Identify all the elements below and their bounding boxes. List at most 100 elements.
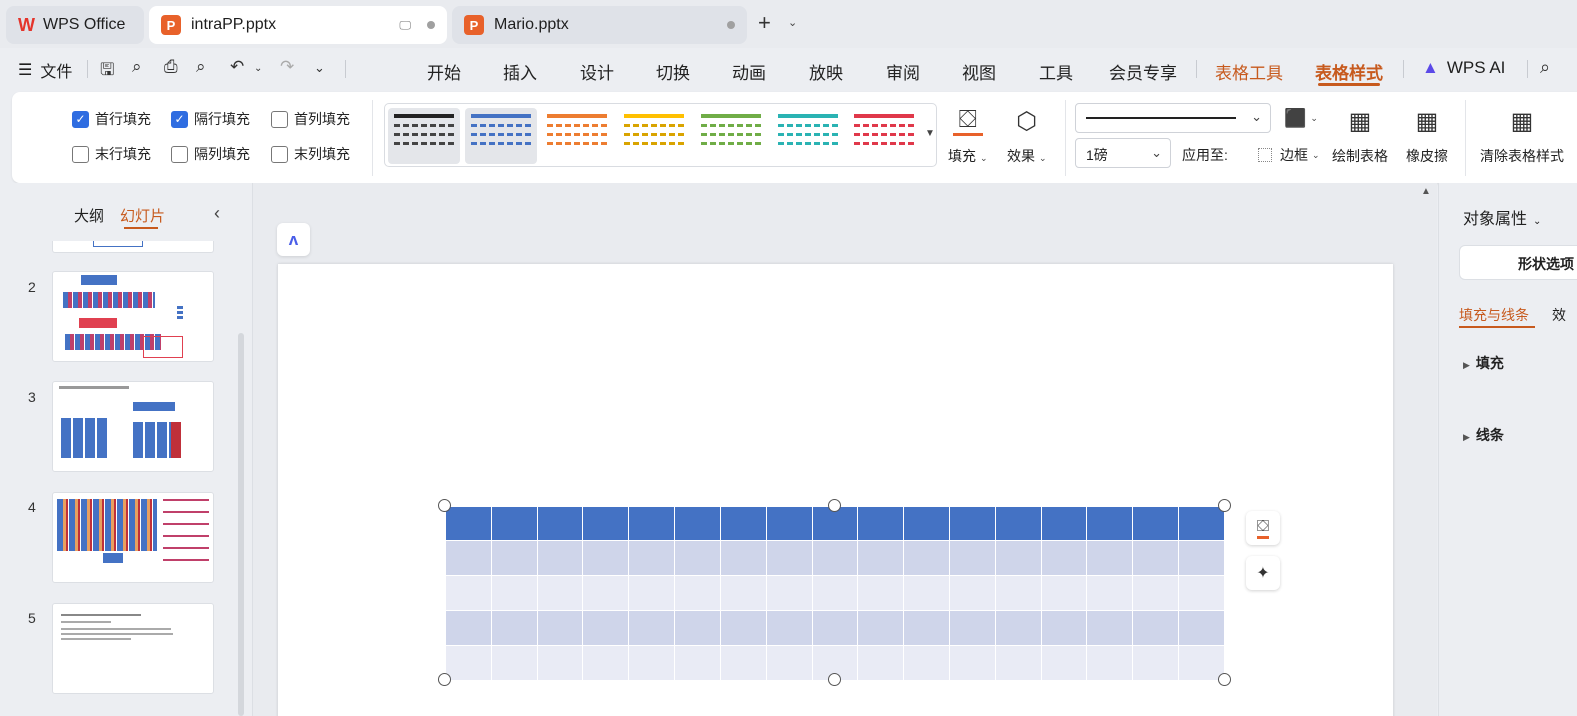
table-cell[interactable]	[1040, 645, 1088, 681]
slide-table[interactable]	[445, 506, 1225, 681]
table-cell[interactable]	[948, 506, 996, 541]
table-cell[interactable]	[994, 610, 1042, 646]
menu-insert[interactable]: 插入	[503, 59, 537, 84]
table-cell[interactable]	[1132, 575, 1179, 611]
checkbox-banded-rows[interactable]: ✓ 隔行填充	[171, 109, 250, 129]
table-cell[interactable]	[536, 506, 584, 541]
tab-effects[interactable]: 效	[1552, 305, 1566, 325]
table-cell[interactable]	[1178, 610, 1225, 646]
table-cell[interactable]	[994, 540, 1042, 576]
table-cell[interactable]	[903, 575, 950, 611]
table-cell[interactable]	[948, 540, 996, 576]
table-cell[interactable]	[628, 575, 676, 611]
table-cell[interactable]	[1040, 575, 1088, 611]
resize-handle[interactable]	[828, 673, 841, 686]
table-cell[interactable]	[811, 610, 859, 646]
gallery-more-chevron-icon[interactable]: ▼	[925, 128, 935, 139]
table-cell[interactable]	[582, 645, 630, 681]
table-cell[interactable]	[674, 575, 721, 611]
table-cell[interactable]	[674, 645, 721, 681]
tab-intrapp[interactable]: P intraPP.pptx 🖵	[149, 6, 447, 44]
monitor-icon[interactable]: 🖵	[399, 18, 411, 33]
checkbox-total-row[interactable]: 末行填充	[72, 144, 151, 164]
table-cell[interactable]	[536, 575, 584, 611]
object-properties-title[interactable]: 对象属性 ⌄	[1463, 205, 1541, 229]
tab-outline[interactable]: 大纲	[74, 205, 104, 226]
table-style-swatch-teal[interactable]	[772, 108, 844, 164]
table-cell[interactable]	[1040, 540, 1088, 576]
table-cell[interactable]	[445, 645, 492, 681]
redo-icon[interactable]: ↷	[280, 57, 294, 77]
table-cell[interactable]	[445, 506, 492, 541]
menu-slideshow[interactable]: 放映	[809, 59, 843, 84]
file-menu[interactable]: ☰ 文件	[18, 58, 72, 82]
table-cell[interactable]	[1086, 645, 1134, 681]
eraser-button[interactable]: ▦ 橡皮擦	[1406, 106, 1448, 166]
table-cell[interactable]	[490, 610, 538, 646]
fill-section-toggle[interactable]: ▶ 填充	[1463, 353, 1504, 373]
table-style-swatch-black[interactable]	[388, 108, 460, 164]
slide-thumbnail[interactable]	[52, 492, 214, 583]
effect-button[interactable]: ⬡ 效果 ⌄	[1007, 106, 1047, 166]
table-cell[interactable]	[811, 575, 859, 611]
pen-color-button[interactable]: ⬛ ⌄	[1284, 108, 1318, 129]
slide-thumbnail[interactable]	[52, 381, 214, 472]
more-chevron-icon[interactable]: ⌄	[314, 60, 325, 76]
clear-table-style-button[interactable]: ▦ 清除表格样式	[1480, 106, 1564, 166]
menu-tools[interactable]: 工具	[1039, 59, 1073, 84]
table-cell[interactable]	[536, 610, 584, 646]
new-tab-plus-icon[interactable]: +	[758, 10, 771, 36]
table-style-swatch-gold[interactable]	[618, 108, 690, 164]
checkbox-last-column[interactable]: 末列填充	[271, 144, 350, 164]
table-cell[interactable]	[857, 645, 905, 681]
table-cell[interactable]	[1178, 575, 1225, 611]
save-icon[interactable]: 🖫	[100, 57, 114, 86]
search-icon[interactable]: ⌕	[1540, 57, 1550, 78]
table-cell[interactable]	[490, 506, 538, 541]
table-cell[interactable]	[948, 575, 996, 611]
table-cell[interactable]	[674, 506, 721, 541]
table-cell[interactable]	[628, 540, 676, 576]
table-cell[interactable]	[903, 540, 950, 576]
table-cell[interactable]	[628, 610, 676, 646]
checkbox-checked-icon[interactable]: ✓	[171, 110, 188, 128]
table-cell[interactable]	[1132, 645, 1179, 681]
table-cell[interactable]	[994, 506, 1042, 541]
undo-icon[interactable]: ↶	[230, 57, 244, 77]
table-cell[interactable]	[765, 506, 813, 541]
table-cell[interactable]	[719, 540, 767, 576]
menu-transition[interactable]: 切换	[656, 59, 690, 84]
tab-slides[interactable]: 幻灯片	[120, 205, 165, 226]
menu-member[interactable]: 会员专享	[1109, 59, 1177, 84]
table-cell[interactable]	[1178, 645, 1225, 681]
menu-table-tools[interactable]: 表格工具	[1215, 59, 1283, 84]
resize-handle[interactable]	[828, 499, 841, 512]
table-cell[interactable]	[582, 610, 630, 646]
table-cell[interactable]	[1132, 610, 1179, 646]
checkbox-checked-icon[interactable]: ✓	[72, 110, 89, 128]
table-cell[interactable]	[903, 506, 950, 541]
table-cell[interactable]	[903, 610, 950, 646]
table-cell[interactable]	[765, 645, 813, 681]
table-cell[interactable]	[628, 645, 676, 681]
table-style-magic-button[interactable]: ✦	[1246, 556, 1280, 590]
shape-options-button[interactable]: 形状选项	[1459, 245, 1577, 280]
tab-mario[interactable]: P Mario.pptx	[452, 6, 747, 44]
table-cell[interactable]	[1040, 506, 1088, 541]
checkbox-header-row[interactable]: ✓ 首行填充	[72, 109, 151, 129]
line-section-toggle[interactable]: ▶ 线条	[1463, 425, 1504, 445]
draw-table-button[interactable]: ▦ 绘制表格	[1332, 106, 1388, 166]
border-button[interactable]: 边框 ⌄	[1258, 145, 1320, 165]
table-cell[interactable]	[445, 575, 492, 611]
table-cell[interactable]	[948, 645, 996, 681]
print-icon[interactable]: ⎙	[164, 57, 178, 77]
table-cell[interactable]	[1178, 540, 1225, 576]
menu-animation[interactable]: 动画	[732, 59, 766, 84]
unsaved-dot-icon[interactable]	[727, 21, 735, 29]
table-cell[interactable]	[1132, 506, 1179, 541]
table-cell[interactable]	[857, 575, 905, 611]
table-cell[interactable]	[765, 540, 813, 576]
table-cell[interactable]	[857, 540, 905, 576]
table-cell[interactable]	[811, 540, 859, 576]
tab-fill-and-line[interactable]: 填充与线条	[1459, 305, 1529, 325]
